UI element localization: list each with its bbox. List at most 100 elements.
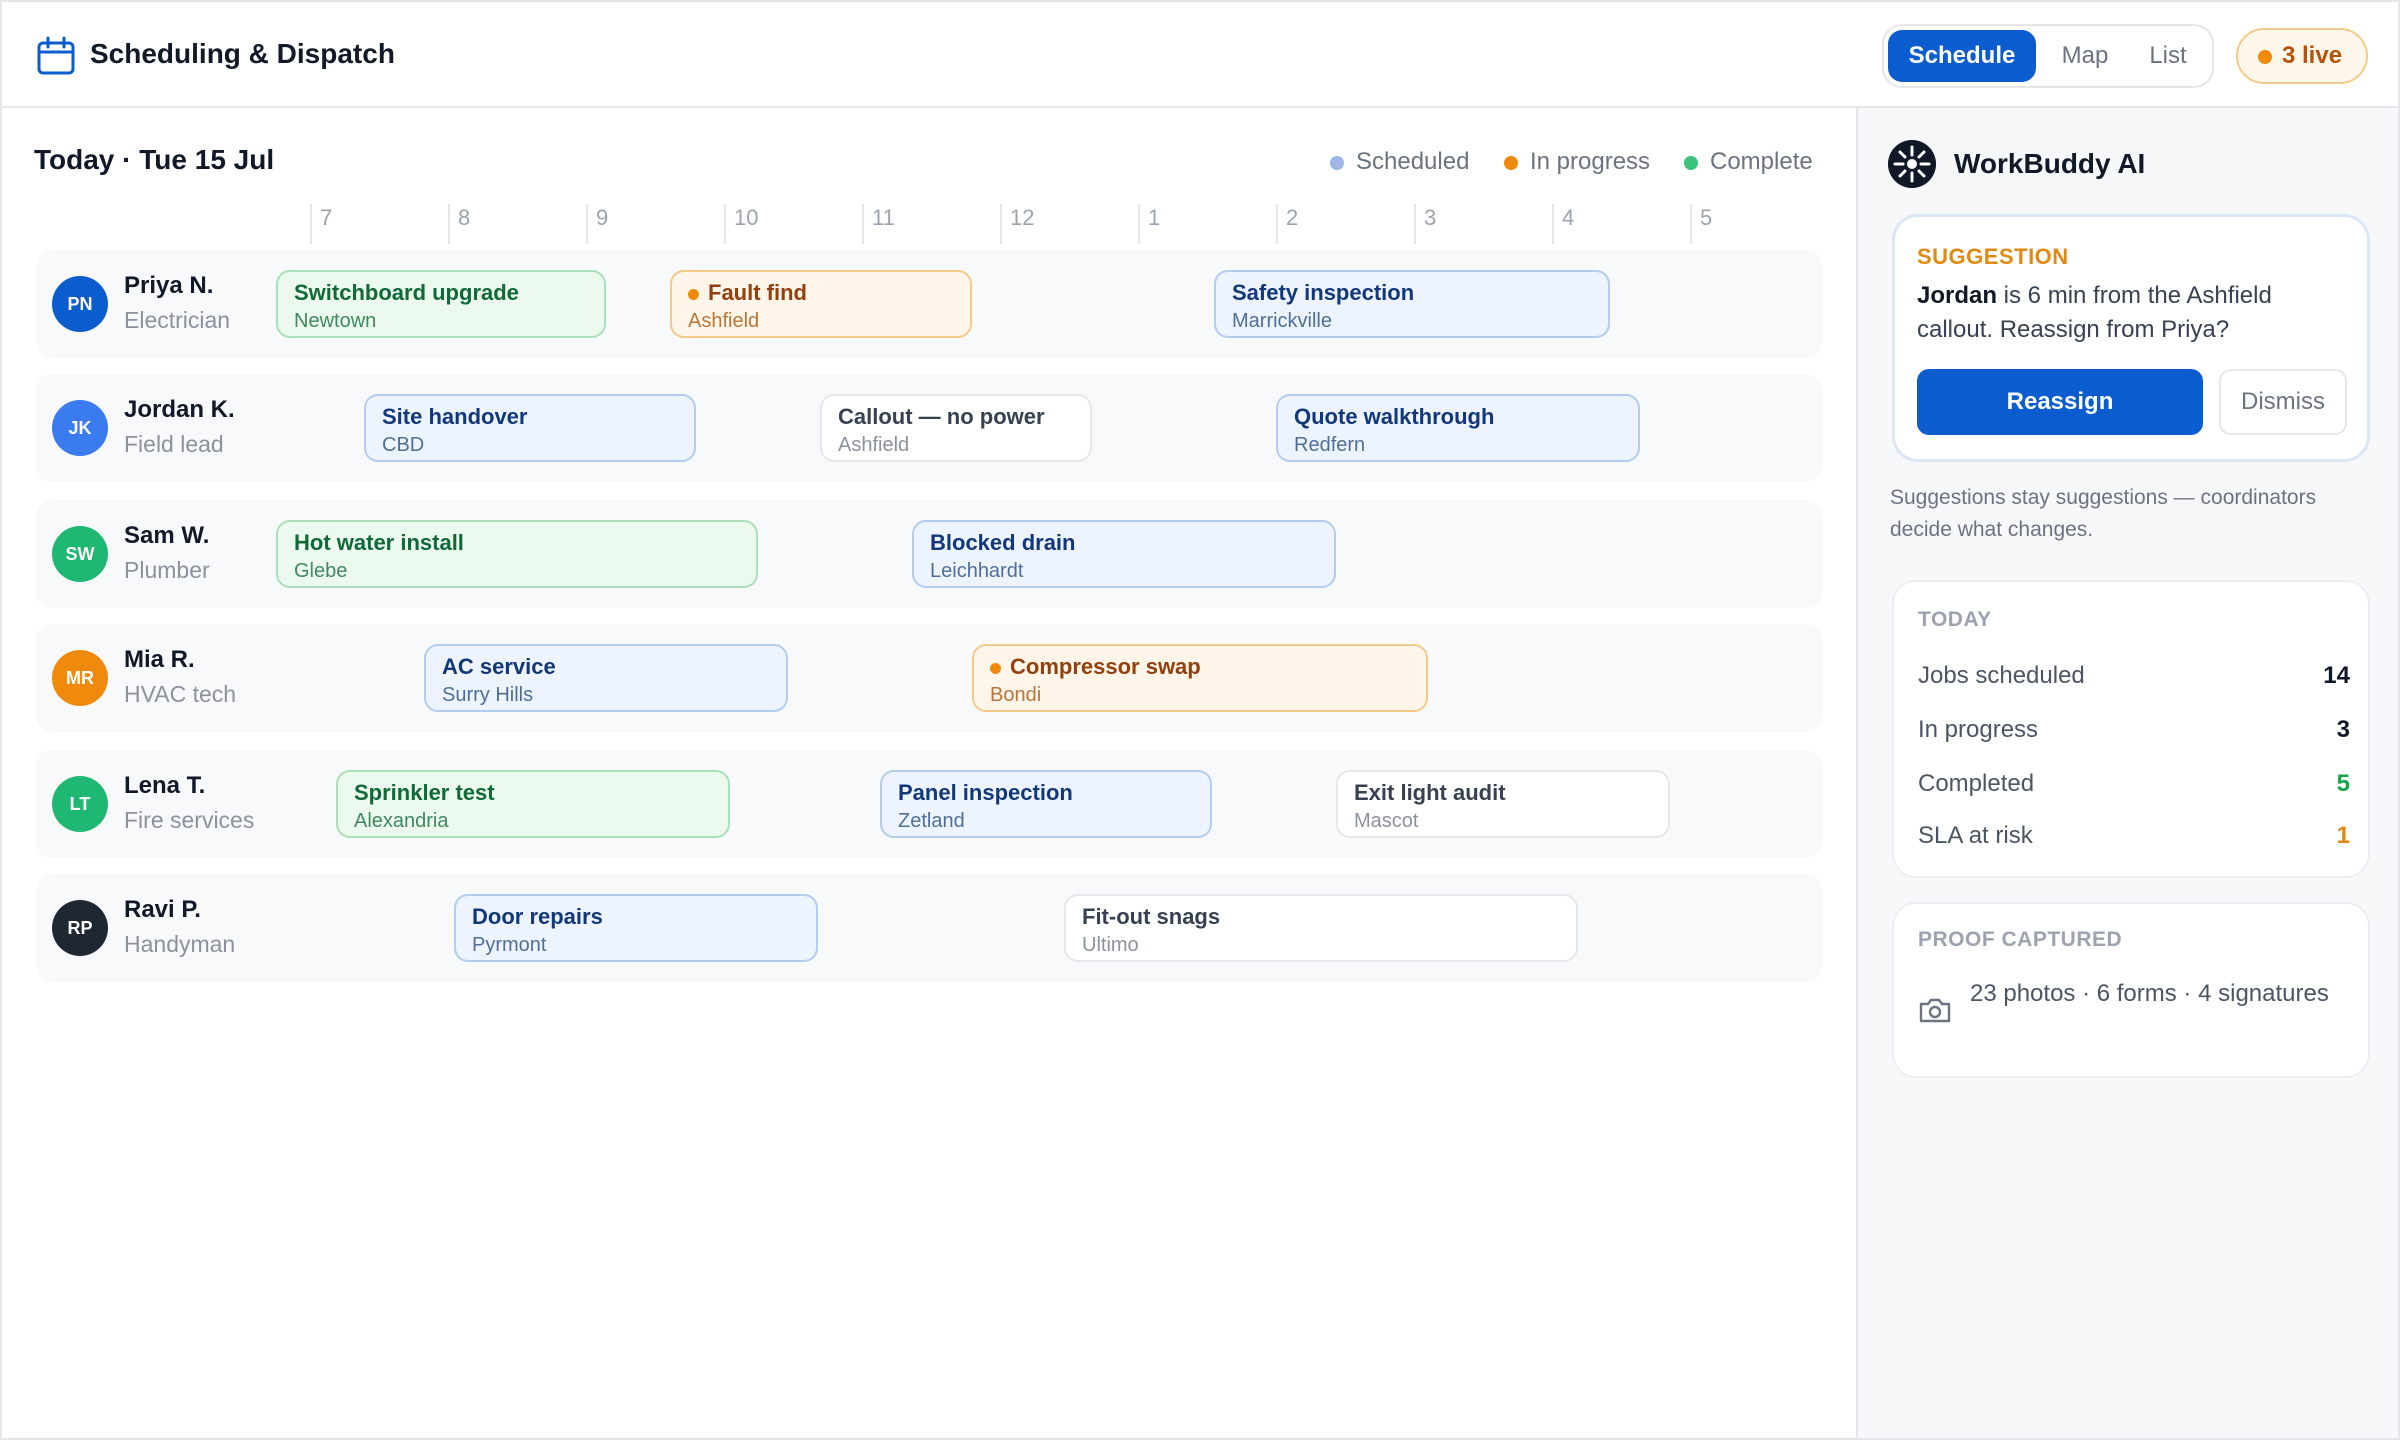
stat-in-progress: In progress 3	[1918, 712, 2350, 748]
proof-captured-card: PROOF CAPTURED 23 photos · 6 forms · 4 s…	[1892, 902, 2370, 1078]
stat-value: 5	[2336, 770, 2350, 797]
job-title: Hot water install	[294, 530, 464, 555]
job-suburb: Bondi	[990, 684, 1042, 706]
technician-name[interactable]: Sam W.	[124, 520, 209, 552]
job-title: Compressor swap	[1010, 654, 1201, 679]
top-bar: Scheduling & Dispatch Schedule Map List …	[2, 2, 2398, 108]
in-progress-dot	[990, 663, 1001, 674]
job-suburb: Ultimo	[1082, 934, 1139, 956]
job-title: Fit-out snags	[1082, 904, 1221, 929]
technician-row: JK Jordan K. Field lead Site handover CBD Cal…	[36, 374, 1822, 482]
tab-schedule[interactable]: Schedule	[1888, 30, 2036, 82]
live-jobs-badge[interactable]: 3 live	[2236, 28, 2368, 84]
hour-label: 10	[734, 205, 759, 230]
stat-completed: Completed 5	[1918, 766, 2350, 802]
job-title: Callout — no power	[838, 404, 1045, 429]
job-card[interactable]: Panel inspection Zetland	[880, 770, 1212, 838]
app-title: Scheduling & Dispatch	[90, 38, 395, 69]
suggestion-technician: Jordan	[1917, 282, 1998, 309]
job-title: Site handover	[382, 404, 528, 429]
suggestion-label: SUGGESTION	[1917, 244, 2069, 269]
calendar-icon	[37, 36, 75, 75]
job-suburb: Redfern	[1294, 434, 1366, 456]
job-title: Sprinkler test	[354, 780, 495, 805]
job-suburb: Ashfield	[838, 434, 910, 456]
technician-name[interactable]: Lena T.	[124, 770, 205, 802]
avatar[interactable]: LT	[52, 776, 108, 832]
job-title: AC service	[442, 654, 556, 679]
job-title: Fault find	[708, 280, 807, 305]
technician-role: Handyman	[124, 931, 236, 957]
hour-gridline	[1000, 204, 1002, 244]
hour-label: 2	[1286, 205, 1299, 230]
technician-name[interactable]: Jordan K.	[124, 394, 235, 426]
job-title: Panel inspection	[898, 780, 1073, 805]
hour-gridline	[724, 204, 726, 244]
stat-value: 14	[2323, 662, 2350, 689]
technician-role: HVAC tech	[124, 681, 237, 707]
job-card[interactable]: Quote walkthrough Redfern	[1276, 394, 1640, 462]
job-card[interactable]: Blocked drain Leichhardt	[912, 520, 1336, 588]
job-title: Safety inspection	[1232, 280, 1415, 305]
technician-role: Fire services	[124, 807, 255, 833]
hour-label: 3	[1424, 205, 1437, 230]
hour-label: 5	[1700, 205, 1713, 230]
job-card[interactable]: AC service Surry Hills	[424, 644, 788, 712]
today-stats-card: TODAY Jobs scheduled 14 In progress 3 Co…	[1892, 580, 2370, 878]
job-card[interactable]: Callout — no power Ashfield	[820, 394, 1092, 462]
job-card[interactable]: Safety inspection Marrickville	[1214, 270, 1610, 338]
job-card[interactable]: Fit-out snags Ultimo	[1064, 894, 1578, 962]
legend-dot-in-progress	[1504, 156, 1518, 170]
technician-row: MR Mia R. HVAC tech AC service Surry Hills Co…	[36, 624, 1822, 732]
hour-gridline	[1414, 204, 1416, 244]
hour-gridline	[310, 204, 312, 244]
proof-label: PROOF CAPTURED	[1918, 928, 2123, 951]
avatar[interactable]: SW	[52, 526, 108, 582]
proof-summary: 23 photos · 6 forms · 4 signatures	[1970, 980, 2329, 1007]
camera-icon	[1919, 998, 1951, 1023]
hour-gridline	[586, 204, 588, 244]
tab-list[interactable]: List	[2130, 30, 2206, 82]
assistant-title: WorkBuddy AI	[1954, 148, 2146, 179]
technician-name[interactable]: Priya N.	[124, 270, 213, 302]
hour-label: 8	[458, 205, 471, 230]
live-indicator-dot	[2258, 50, 2272, 64]
job-suburb: Leichhardt	[930, 560, 1024, 582]
job-card[interactable]: Hot water install Glebe	[276, 520, 758, 588]
job-card[interactable]: Exit light audit Mascot	[1336, 770, 1670, 838]
job-card[interactable]: Switchboard upgrade Newtown	[276, 270, 606, 338]
dismiss-button[interactable]: Dismiss	[2219, 369, 2347, 435]
reassign-button[interactable]: Reassign	[1917, 369, 2203, 435]
job-card[interactable]: Site handover CBD	[364, 394, 696, 462]
tab-map[interactable]: Map	[2046, 30, 2124, 82]
job-card[interactable]: Compressor swap Bondi	[972, 644, 1428, 712]
suggestion-card: SUGGESTION Jordan is 6 min from the Ashf…	[1892, 214, 2370, 462]
technician-name[interactable]: Ravi P.	[124, 894, 201, 926]
job-card[interactable]: Fault find Ashfield	[670, 270, 972, 338]
hour-gridline	[1138, 204, 1140, 244]
suggestion-text: Jordan is 6 min from the Ashfield callou…	[1917, 279, 2347, 347]
technician-role: Electrician	[124, 307, 231, 333]
job-suburb: CBD	[382, 434, 425, 456]
job-suburb: Newtown	[294, 310, 377, 332]
live-count-label: 3 live	[2282, 42, 2343, 69]
job-suburb: Surry Hills	[442, 684, 534, 706]
avatar[interactable]: JK	[52, 400, 108, 456]
legend-dot-scheduled	[1330, 156, 1344, 170]
hour-label: 4	[1562, 205, 1575, 230]
today-label: TODAY	[1918, 608, 1992, 631]
view-switcher: Schedule Map List	[1882, 24, 2214, 88]
hour-label: 11	[872, 205, 895, 230]
job-card[interactable]: Door repairs Pyrmont	[454, 894, 818, 962]
workbuddy-logo-icon	[1888, 140, 1936, 188]
job-card[interactable]: Sprinkler test Alexandria	[336, 770, 730, 838]
avatar[interactable]: RP	[52, 900, 108, 956]
avatar[interactable]: PN	[52, 276, 108, 332]
avatar[interactable]: MR	[52, 650, 108, 706]
stat-sla-at-risk: SLA at risk 1	[1918, 818, 2350, 854]
technician-name[interactable]: Mia R.	[124, 644, 195, 676]
stat-value: 3	[2336, 716, 2350, 743]
hour-label: 9	[596, 205, 609, 230]
stat-jobs-scheduled: Jobs scheduled 14	[1918, 658, 2350, 694]
technician-row: PN Priya N. Electrician Switchboard upgrade…	[36, 250, 1822, 358]
